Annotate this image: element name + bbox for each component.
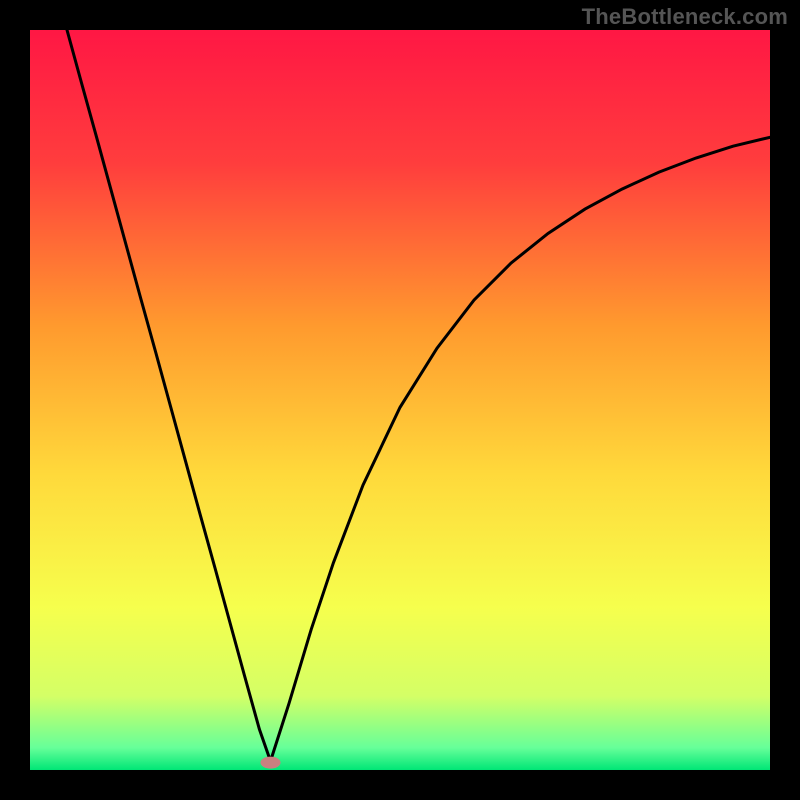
watermark-text: TheBottleneck.com [582, 4, 788, 30]
gradient-background [30, 30, 770, 770]
chart-plot-area [30, 30, 770, 770]
minimum-marker [261, 757, 281, 769]
chart-frame: TheBottleneck.com [0, 0, 800, 800]
